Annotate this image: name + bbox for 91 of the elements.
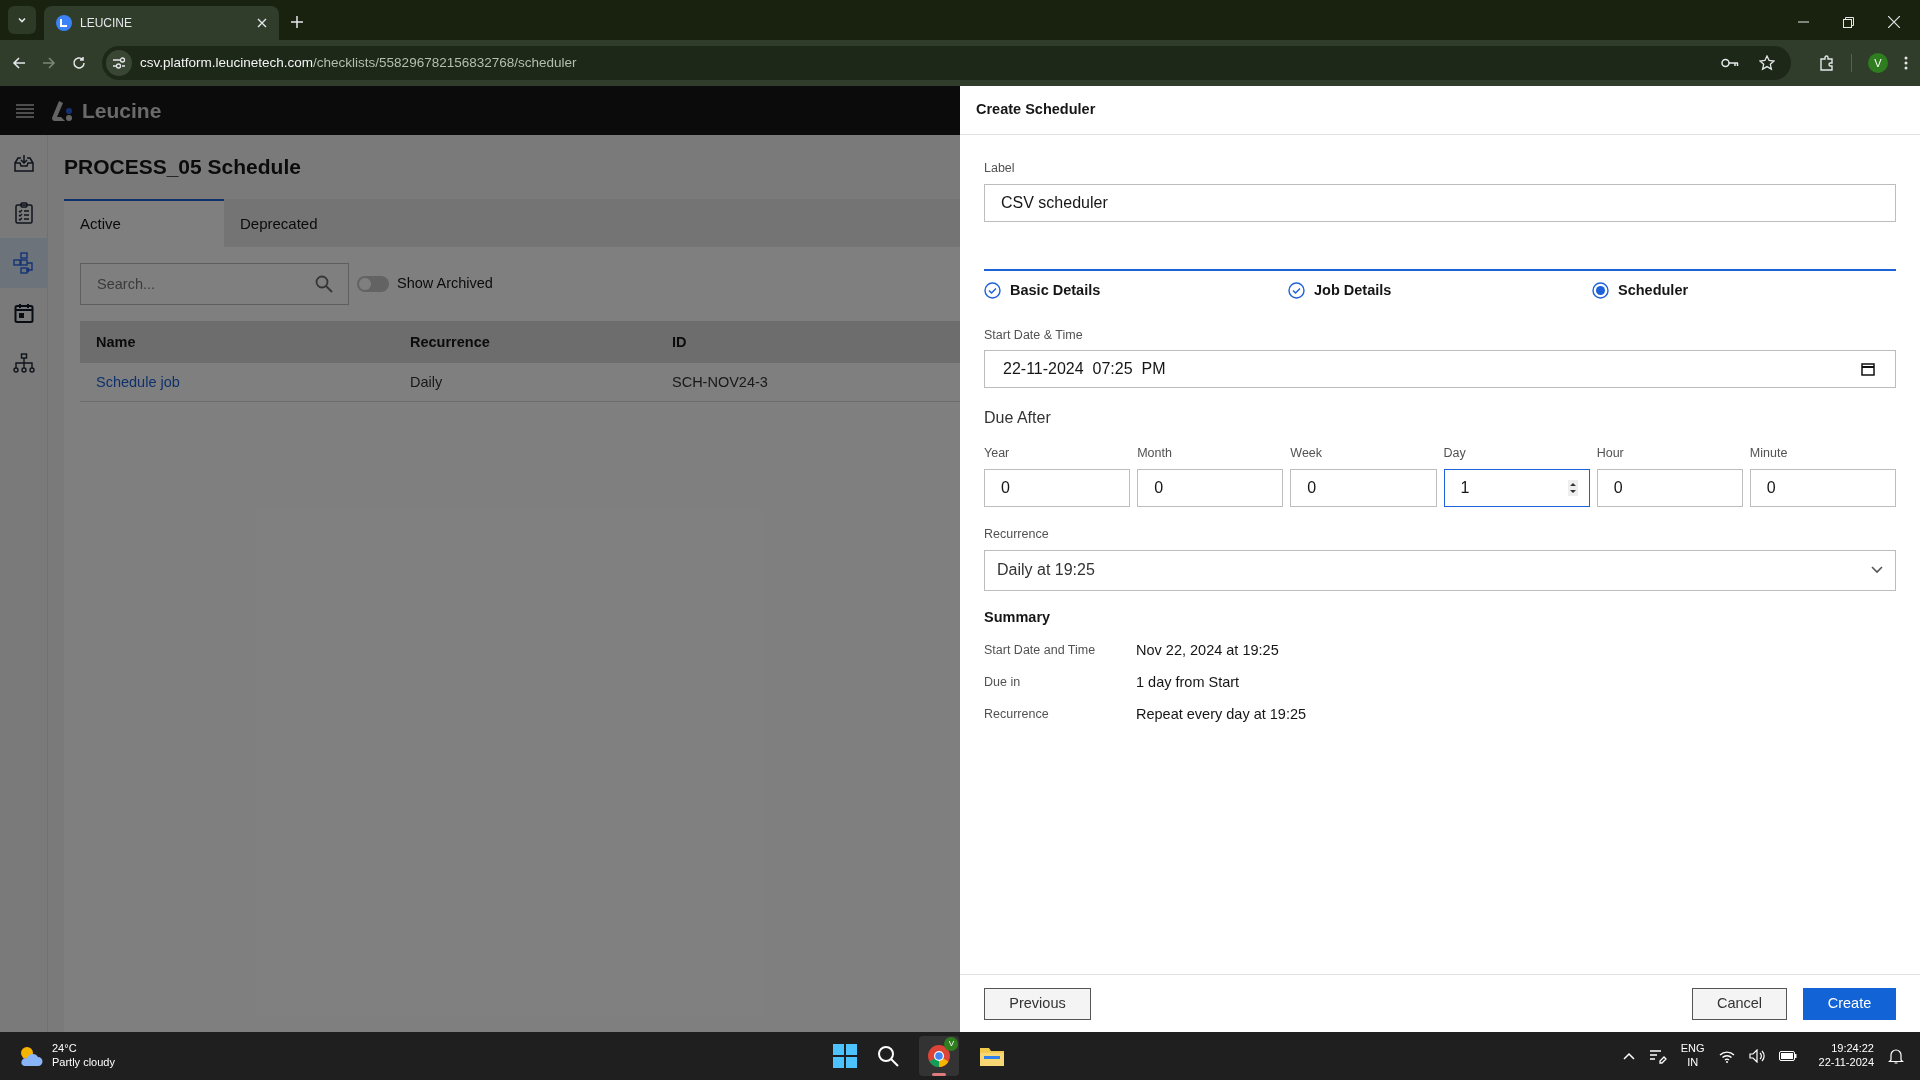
reload-icon[interactable] — [72, 56, 86, 70]
chevron-up-icon[interactable] — [1622, 1052, 1635, 1060]
summary-label: Start Date and Time — [984, 642, 1097, 660]
search-field[interactable]: Search... — [80, 263, 349, 305]
extensions-icon[interactable] — [1819, 55, 1835, 71]
forward-icon[interactable] — [42, 56, 56, 70]
notification-icon[interactable] — [1888, 1048, 1904, 1064]
column-header: Recurrence — [410, 334, 490, 350]
clock-date: 22-11-2024 — [1818, 1056, 1874, 1070]
section-heading: Due After — [984, 408, 1052, 429]
folder-icon[interactable] — [979, 1045, 1006, 1067]
recurrence-select[interactable]: Daily at 19:25 — [984, 549, 1896, 591]
field-label: Recurrence — [984, 526, 1050, 543]
wifi-icon[interactable] — [1718, 1049, 1735, 1063]
flowchart-icon — [13, 252, 35, 274]
number-field[interactable]: 0 — [1749, 469, 1897, 507]
number-field[interactable]: 0 — [1290, 469, 1437, 507]
summary-label: Due in — [984, 674, 1022, 692]
cancel-button[interactable]: Cancel — [1692, 987, 1787, 1020]
back-icon[interactable] — [12, 56, 26, 70]
browser-tab[interactable]: LEUCINE — [44, 6, 279, 40]
battery-icon[interactable] — [1778, 1050, 1797, 1062]
spinner-icon[interactable] — [1567, 480, 1578, 496]
field-label: Week — [1290, 445, 1324, 463]
step-label: Basic Details — [1010, 280, 1101, 300]
datetime-field[interactable]: 22-11-2024 07:25 PM — [984, 350, 1896, 389]
app-favicon-icon — [56, 15, 72, 31]
volume-icon[interactable] — [1748, 1049, 1765, 1063]
language-indicator[interactable]: ENG — [1680, 1042, 1705, 1056]
table-cell: SCH-NOV24-3 — [672, 374, 768, 390]
address-bar[interactable]: csv.platform.leucinetech.com/checklists/558296782156832768/scheduler — [102, 46, 1791, 80]
table-cell: Daily — [410, 374, 443, 390]
weather-condition: Partly cloudy — [52, 1056, 115, 1070]
site-settings-icon[interactable] — [106, 50, 132, 76]
column-header: ID — [672, 334, 687, 350]
search-icon — [315, 275, 333, 293]
drawer-title: Create Scheduler — [976, 100, 1096, 120]
clock-time[interactable]: 19:24:22 — [1831, 1042, 1874, 1056]
archive-toggle[interactable] — [357, 276, 389, 292]
key-icon[interactable] — [1721, 58, 1739, 68]
summary-value: Nov 22, 2024 at 19:25 — [1136, 640, 1279, 660]
clipboard-icon — [15, 202, 33, 224]
profile-badge: V — [944, 1037, 959, 1051]
label-field[interactable]: CSV scheduler — [984, 183, 1896, 222]
field-label: Month — [1137, 445, 1173, 463]
summary-value: 1 day from Start — [1136, 672, 1240, 692]
calendar-icon[interactable] — [1861, 362, 1875, 377]
field-label: Minute — [1749, 445, 1789, 463]
field-label: Start Date & Time — [984, 326, 1084, 344]
toggle-label: Show Archived — [397, 274, 493, 294]
summary-label: Recurrence — [984, 706, 1050, 724]
hierarchy-icon — [13, 353, 35, 373]
new-tab-icon[interactable] — [291, 16, 303, 28]
column-header: Name — [96, 334, 136, 350]
field-label: Year — [984, 445, 1011, 463]
step-label: Scheduler — [1618, 280, 1689, 300]
field-label: Label — [984, 160, 1016, 177]
page-title: PROCESS_05 Schedule — [64, 154, 301, 181]
start-icon[interactable] — [833, 1044, 858, 1068]
step-label: Job Details — [1314, 280, 1392, 300]
app-logo-text: Leucine — [82, 97, 162, 124]
profile-avatar[interactable]: V — [1868, 53, 1888, 73]
tab-title: LEUCINE — [80, 15, 133, 32]
logo-icon — [50, 99, 74, 122]
inbox-icon — [14, 154, 34, 172]
create-button[interactable]: Create — [1803, 987, 1896, 1020]
more-icon[interactable] — [1904, 56, 1908, 70]
previous-button[interactable]: Previous — [984, 987, 1091, 1020]
language-region: IN — [1687, 1056, 1699, 1070]
restore-icon[interactable] — [1843, 16, 1854, 28]
pen-icon[interactable] — [1648, 1048, 1667, 1064]
field-label: Hour — [1596, 445, 1625, 463]
page-tab[interactable]: Deprecated — [224, 199, 384, 247]
search-icon[interactable] — [877, 1045, 900, 1067]
close-icon[interactable] — [257, 18, 267, 28]
field-label: Day — [1443, 445, 1467, 463]
weather-temperature: 24°C — [52, 1042, 78, 1056]
url-text: csv.platform.leucinetech.com/checklists/558296782156832768/scheduler — [140, 53, 577, 72]
close-icon[interactable] — [1888, 16, 1900, 28]
number-field[interactable]: 1 — [1443, 469, 1590, 507]
calendar-icon — [14, 303, 34, 323]
number-field[interactable]: 0 — [1137, 469, 1284, 507]
number-field[interactable]: 0 — [1596, 469, 1743, 507]
taskbar-app[interactable]: V — [919, 1036, 960, 1076]
summary-heading: Summary — [984, 607, 1052, 627]
chevron-down-icon — [1871, 566, 1883, 575]
browser-icon — [927, 1044, 952, 1068]
summary-value: Repeat every day at 19:25 — [1136, 704, 1307, 724]
number-field[interactable]: 0 — [984, 469, 1131, 507]
star-icon[interactable] — [1759, 55, 1775, 71]
page-tab[interactable]: Active — [64, 199, 224, 247]
